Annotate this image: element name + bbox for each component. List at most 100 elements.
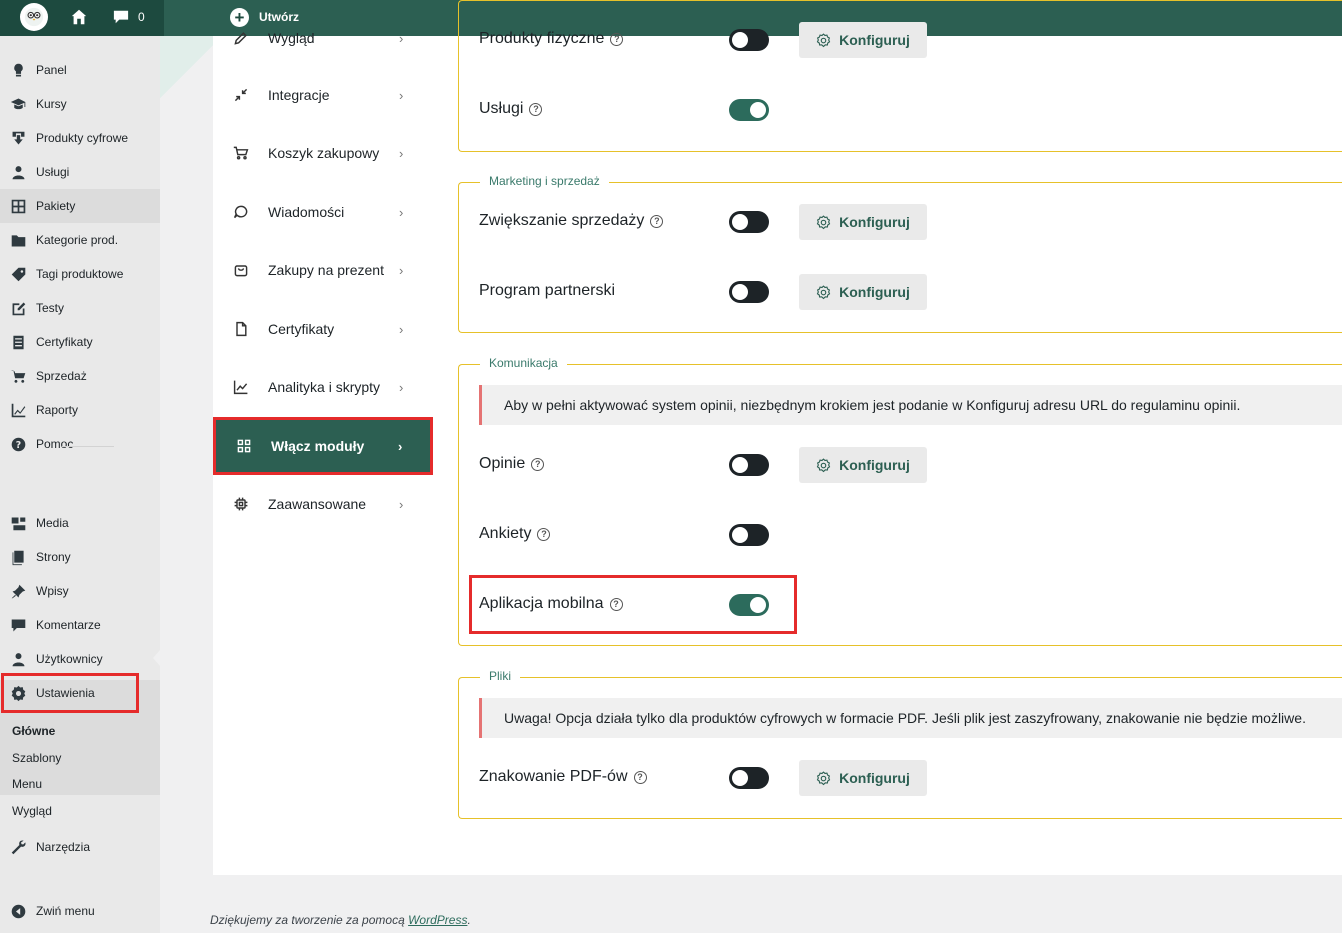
settings-nav-label: Wiadomości xyxy=(268,204,345,220)
settings-nav-item-6[interactable]: Analityka i skrypty › xyxy=(213,358,431,416)
wp-menu-label: Sprzedaż xyxy=(36,369,87,383)
settings-nav-item-3[interactable]: Wiadomości › xyxy=(213,183,431,241)
footer-end: . xyxy=(467,913,471,927)
module-toggle[interactable] xyxy=(729,29,769,51)
pen-icon xyxy=(232,29,250,47)
chevron-right-icon: › xyxy=(399,87,404,103)
wp-menu-label: Pomoc xyxy=(36,437,74,451)
help-icon[interactable]: ? xyxy=(531,457,545,471)
site-logo-icon[interactable] xyxy=(20,3,48,31)
wp-menu-item-5[interactable]: Kategorie prod. xyxy=(0,223,160,257)
module-toggle[interactable] xyxy=(729,454,769,476)
wp-menu-label: Strony xyxy=(36,550,71,564)
module-row-label: Produkty fizyczne? xyxy=(479,30,624,48)
settings-submenu-item[interactable]: Szablony xyxy=(12,751,61,765)
help-icon[interactable]: ? xyxy=(610,32,624,46)
modules-icon xyxy=(235,437,253,455)
configure-button[interactable]: Konfiguruj xyxy=(799,447,927,483)
folder-icon xyxy=(9,231,27,249)
wp-menu-item-2[interactable]: Produkty cyfrowe xyxy=(0,121,160,155)
wp-menu-item-3[interactable]: Usługi xyxy=(0,155,160,189)
wordpress-link[interactable]: WordPress xyxy=(408,913,467,927)
wp-menu-label: Panel xyxy=(36,63,67,77)
module-name: Znakowanie PDF-ów xyxy=(479,768,628,785)
info-notice: Aby w pełni aktywować system opinii, nie… xyxy=(479,385,1342,425)
settings-nav-label: Integracje xyxy=(268,87,330,103)
integration-icon xyxy=(232,86,250,104)
files-fieldset-legend: Pliki xyxy=(480,669,521,683)
wp-menu-item-13[interactable]: Strony xyxy=(0,540,160,574)
module-toggle[interactable] xyxy=(729,524,769,546)
wp-menu-item-8[interactable]: Certyfikaty xyxy=(0,325,160,359)
wp-menu-item-10[interactable]: Raporty xyxy=(0,393,160,427)
download-icon xyxy=(9,129,27,147)
wp-menu-item-16[interactable]: Użytkownicy xyxy=(0,642,160,676)
gear-icon xyxy=(816,770,831,786)
wp-menu-item-14[interactable]: Wpisy xyxy=(0,574,160,608)
settings-nav-item-7[interactable]: Włącz moduły › xyxy=(213,417,433,475)
configure-label: Konfiguruj xyxy=(839,284,910,300)
person-icon xyxy=(9,163,27,181)
lightbulb-icon xyxy=(9,61,27,79)
grid-icon xyxy=(9,197,27,215)
module-row-label: Znakowanie PDF-ów? xyxy=(479,768,647,786)
wp-menu-item-1[interactable]: Kursy xyxy=(0,87,160,121)
gift-icon xyxy=(232,261,250,279)
wp-menu-item-18[interactable]: Narzędzia xyxy=(0,830,160,864)
settings-submenu-item[interactable]: Wygląd xyxy=(12,804,52,818)
wp-menu-label: Kursy xyxy=(36,97,67,111)
configure-button[interactable]: Konfiguruj xyxy=(799,22,927,58)
configure-label: Konfiguruj xyxy=(839,214,910,230)
file-icon xyxy=(232,320,250,338)
svg-text:?: ? xyxy=(15,439,20,450)
comments-count[interactable]: 0 xyxy=(138,10,145,24)
chevron-right-icon: › xyxy=(399,262,404,278)
edit-icon xyxy=(9,299,27,317)
comment-icon[interactable] xyxy=(112,9,130,25)
wp-menu-label: Kategorie prod. xyxy=(36,233,119,247)
wp-menu-item-9[interactable]: Sprzedaż xyxy=(0,359,160,393)
wp-menu-item-0[interactable]: Panel xyxy=(0,53,160,87)
configure-label: Konfiguruj xyxy=(839,32,910,48)
wp-menu-item-11[interactable]: ? Pomoc xyxy=(0,427,160,461)
wp-menu-item-15[interactable]: Komentarze xyxy=(0,608,160,642)
settings-nav-item-2[interactable]: Koszyk zakupowy › xyxy=(213,124,431,182)
graduation-cap-icon xyxy=(9,95,27,113)
help-icon[interactable]: ? xyxy=(529,102,543,116)
wp-menu-item-4[interactable]: Pakiety xyxy=(0,189,160,223)
module-toggle[interactable] xyxy=(729,767,769,789)
configure-button[interactable]: Konfiguruj xyxy=(799,204,927,240)
wp-menu-item-19[interactable]: Zwiń menu xyxy=(0,894,160,928)
settings-nav-label: Wygląd xyxy=(268,30,315,46)
wp-menu-label: Pakiety xyxy=(36,199,76,213)
help-icon[interactable]: ? xyxy=(633,770,647,784)
settings-nav-item-8[interactable]: Zaawansowane › xyxy=(213,475,431,533)
comment-icon xyxy=(9,616,27,634)
current-menu-arrow xyxy=(153,649,161,667)
help-icon[interactable]: ? xyxy=(650,214,664,228)
settings-nav-item-4[interactable]: Zakupy na prezent › xyxy=(213,241,431,299)
settings-nav-item-0[interactable]: Wygląd › xyxy=(213,9,431,67)
settings-nav-item-1[interactable]: Integracje › xyxy=(213,66,431,124)
wp-menu-item-12[interactable]: Media xyxy=(0,506,160,540)
module-name: Opinie xyxy=(479,455,526,472)
collapse-icon xyxy=(9,902,27,920)
settings-nav-item-5[interactable]: Certyfikaty › xyxy=(213,300,431,358)
settings-submenu-item[interactable]: Główne xyxy=(12,724,55,738)
gear-icon xyxy=(816,32,831,48)
help-icon[interactable]: ? xyxy=(537,527,551,541)
configure-button[interactable]: Konfiguruj xyxy=(799,760,927,796)
configure-button[interactable]: Konfiguruj xyxy=(799,274,927,310)
module-toggle[interactable] xyxy=(729,99,769,121)
wp-menu-item-7[interactable]: Testy xyxy=(0,291,160,325)
settings-submenu-item[interactable]: Menu xyxy=(12,777,42,791)
wp-menu-item-6[interactable]: Tagi produktowe xyxy=(0,257,160,291)
wp-menu-label: Narzędzia xyxy=(36,840,91,854)
users-icon xyxy=(9,650,27,668)
module-toggle[interactable] xyxy=(729,281,769,303)
settings-highlight-box xyxy=(1,673,139,713)
module-toggle[interactable] xyxy=(729,211,769,233)
tag-icon xyxy=(9,265,27,283)
chevron-right-icon: › xyxy=(399,204,404,220)
home-icon[interactable] xyxy=(70,8,88,26)
